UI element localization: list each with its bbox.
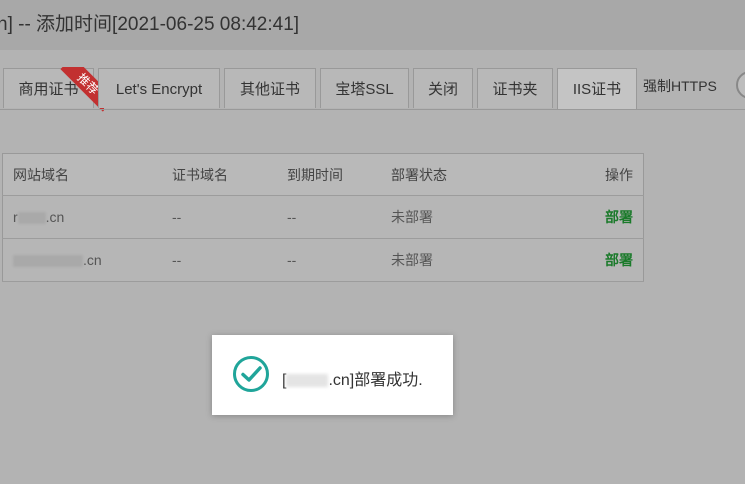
- tab-lets-encrypt[interactable]: Let's Encrypt: [98, 68, 220, 108]
- redacted-text: [17, 212, 46, 225]
- tab-label: Let's Encrypt: [115, 81, 203, 98]
- tab-label: 商用证书: [18, 81, 79, 98]
- col-cert-domain: 证书域名: [162, 153, 277, 196]
- tab-label: 宝塔SSL: [335, 81, 394, 98]
- deploy-success-toast: [.cn]部署成功.: [212, 335, 453, 415]
- deploy-status-cell: 未部署: [381, 238, 551, 282]
- panel-title: n] -- 添加时间[2021-06-25 08:42:41]: [0, 14, 300, 35]
- ssl-tab-bar: 商用证书 推荐 Let's Encrypt 其他证书 宝塔SSL 关闭 证书夹 …: [0, 67, 745, 112]
- tab-commercial-cert[interactable]: 商用证书 推荐: [3, 67, 104, 112]
- expire-time-cell: --: [277, 238, 381, 282]
- tab-bt-ssl[interactable]: 宝塔SSL: [320, 68, 409, 108]
- col-expire-time: 到期时间: [277, 153, 381, 196]
- force-https-label: 强制HTTPS: [643, 78, 717, 94]
- site-domain-cell: r .cn: [2, 195, 162, 239]
- cert-domain-cell: --: [162, 238, 277, 282]
- table-row: .cn -- -- 未部署 部署: [2, 238, 644, 282]
- domain-suffix: .cn: [45, 209, 65, 225]
- tab-other-cert[interactable]: 其他证书: [224, 68, 316, 108]
- tab-label: 证书夹: [492, 81, 538, 98]
- tab-divider: [0, 109, 745, 110]
- table-header-row: 网站域名 证书域名 到期时间 部署状态 操作: [2, 153, 644, 196]
- col-action: 操作: [551, 153, 644, 196]
- table-row: r .cn -- -- 未部署 部署: [2, 195, 644, 239]
- deploy-link[interactable]: 部署: [605, 209, 633, 225]
- redacted-text: [13, 255, 83, 268]
- redacted-text: [286, 374, 329, 388]
- toast-message: [.cn]部署成功.: [282, 366, 423, 390]
- tab-label: 其他证书: [239, 81, 300, 98]
- iis-cert-table: 网站域名 证书域名 到期时间 部署状态 操作 r .cn -- -- 未部署 部署…: [2, 153, 644, 282]
- check-circle-icon: [233, 356, 269, 392]
- action-cell: 部署: [551, 195, 644, 239]
- panel-title-bar: n] -- 添加时间[2021-06-25 08:42:41]: [0, 0, 745, 50]
- site-domain-cell: .cn: [2, 238, 162, 282]
- toast-suffix: .cn]部署成功.: [328, 372, 423, 389]
- tab-cert-folder[interactable]: 证书夹: [477, 68, 553, 108]
- col-site-domain: 网站域名: [2, 153, 162, 196]
- tab-close-ssl[interactable]: 关闭: [413, 68, 473, 108]
- cert-domain-cell: --: [162, 195, 277, 239]
- tab-label: 关闭: [427, 81, 458, 98]
- tab-iis-cert[interactable]: IIS证书: [557, 68, 637, 110]
- tab-label: IIS证书: [572, 81, 622, 98]
- expire-time-cell: --: [277, 195, 381, 239]
- deploy-status-cell: 未部署: [381, 195, 551, 239]
- action-cell: 部署: [551, 238, 644, 282]
- deploy-link[interactable]: 部署: [605, 252, 633, 268]
- domain-prefix: r: [13, 209, 18, 225]
- col-deploy-status: 部署状态: [381, 153, 551, 196]
- domain-suffix: .cn: [83, 252, 102, 268]
